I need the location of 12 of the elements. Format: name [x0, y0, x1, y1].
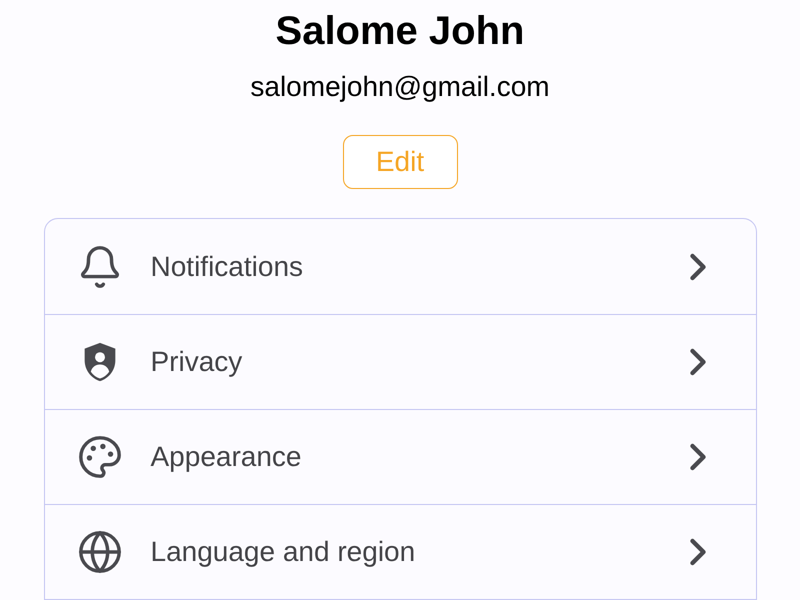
globe-icon — [76, 529, 122, 575]
settings-label: Language and region — [150, 535, 416, 569]
settings-row[interactable]: Appearance — [44, 409, 756, 504]
settings-label: Privacy — [150, 345, 244, 379]
palette-icon — [76, 434, 122, 480]
profile-email: salomejohn@gmail.com — [250, 70, 550, 104]
profile-name: Salome John — [276, 8, 524, 54]
settings-label: Appearance — [150, 440, 303, 474]
settings-row[interactable]: Privacy — [44, 314, 756, 409]
settings-row[interactable]: Notifications — [44, 219, 756, 314]
settings-row[interactable]: Language and region — [44, 504, 756, 599]
settings-label: Notifications — [150, 250, 304, 284]
